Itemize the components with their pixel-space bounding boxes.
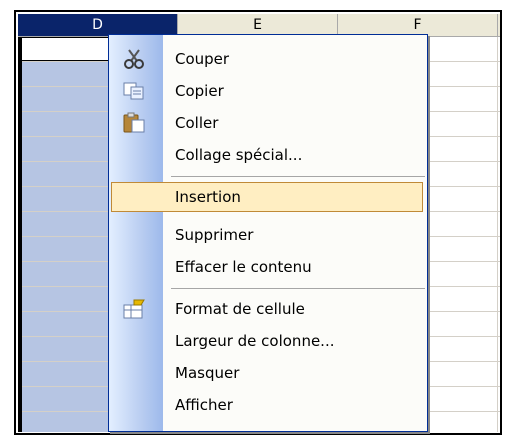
menu-item-label: Insertion <box>175 188 241 206</box>
menu-item-label: Collage spécial... <box>175 146 303 164</box>
menu-item-insert[interactable]: Insertion <box>109 181 427 213</box>
menu-item-format-cells[interactable]: Format de cellule <box>109 293 427 325</box>
scissors-icon <box>121 48 147 70</box>
menu-item-highlight <box>111 182 423 212</box>
paste-icon <box>121 112 147 134</box>
menu-item-hide[interactable]: Masquer <box>109 357 427 389</box>
selection-border <box>18 37 22 432</box>
menu-item-cut[interactable]: Couper <box>109 43 427 75</box>
column-header-f[interactable]: F <box>338 14 498 36</box>
menu-item-column-width[interactable]: Largeur de colonne... <box>109 325 427 357</box>
menu-item-label: Largeur de colonne... <box>175 332 335 350</box>
menu-item-label: Supprimer <box>175 226 254 244</box>
menu-item-label: Couper <box>175 50 230 68</box>
menu-item-label: Format de cellule <box>175 300 305 318</box>
menu-item-unhide[interactable]: Afficher <box>109 389 427 421</box>
column-header-e[interactable]: E <box>178 14 338 36</box>
menu-item-paste[interactable]: Coller <box>109 107 427 139</box>
menu-item-label: Copier <box>175 82 224 100</box>
menu-item-copy[interactable]: Copier <box>109 75 427 107</box>
menu-item-paste-special[interactable]: Collage spécial... <box>109 139 427 171</box>
menu-separator <box>171 176 425 177</box>
menu-item-delete[interactable]: Supprimer <box>109 219 427 251</box>
menu-item-label: Masquer <box>175 364 240 382</box>
format-cells-icon <box>121 298 147 320</box>
menu-item-label: Afficher <box>175 396 233 414</box>
menu-item-label: Coller <box>175 114 219 132</box>
menu-item-label: Effacer le contenu <box>175 258 312 276</box>
menu-item-clear[interactable]: Effacer le contenu <box>109 251 427 283</box>
context-menu: Couper Copier Coller Collage spécial... <box>108 34 428 432</box>
column-header-d[interactable]: D <box>18 14 178 36</box>
copy-icon <box>121 80 147 102</box>
menu-separator <box>171 288 425 289</box>
